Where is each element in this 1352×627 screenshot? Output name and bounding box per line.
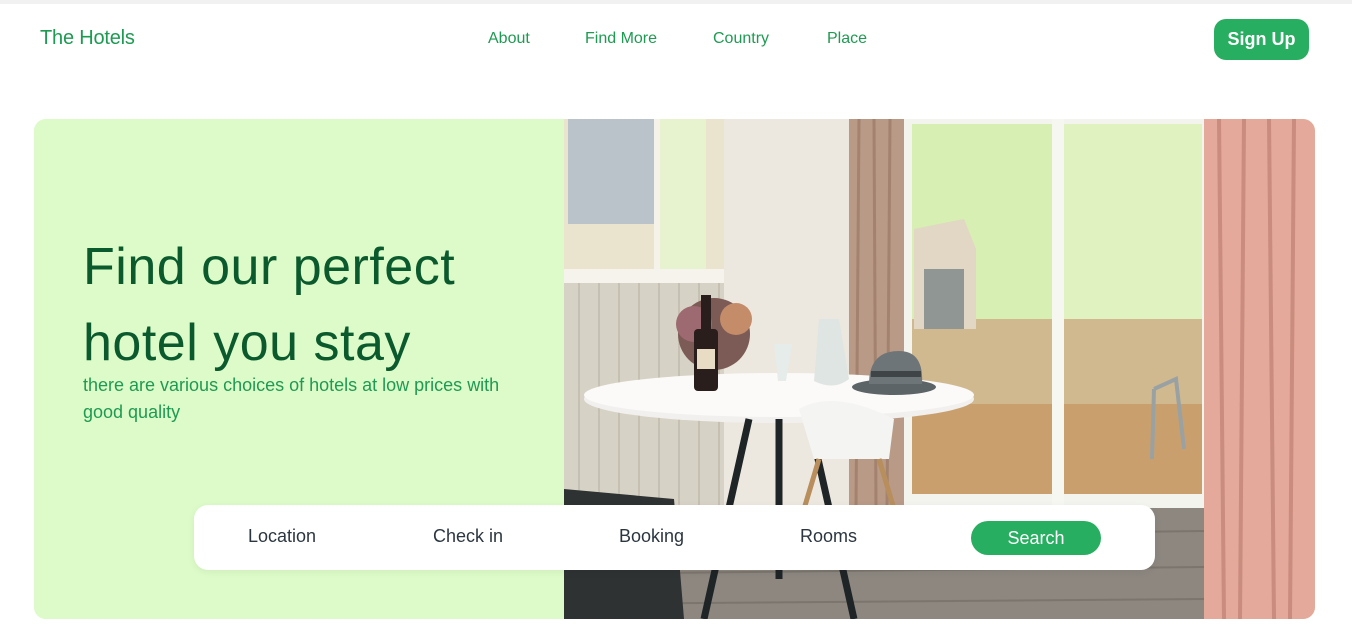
hero-subtext: there are various choices of hotels at l… bbox=[83, 375, 500, 422]
nav-place[interactable]: Place bbox=[827, 30, 867, 48]
check-in-field[interactable]: Check in bbox=[433, 526, 503, 547]
top-border bbox=[0, 0, 1352, 4]
search-button[interactable]: Search bbox=[971, 521, 1101, 555]
rooms-field[interactable]: Rooms bbox=[800, 526, 857, 547]
location-field[interactable]: Location bbox=[248, 526, 316, 547]
hero-headline: Find our perfect hotel you stay bbox=[83, 238, 456, 372]
nav-about[interactable]: About bbox=[488, 30, 530, 48]
nav-find-more[interactable]: Find More bbox=[585, 30, 657, 48]
search-bar: Location Check in Booking Rooms Search bbox=[194, 505, 1155, 570]
nav-country[interactable]: Country bbox=[713, 30, 769, 48]
brand-logo[interactable]: The Hotels bbox=[40, 27, 135, 50]
sign-up-button[interactable]: Sign Up bbox=[1214, 19, 1309, 60]
booking-field[interactable]: Booking bbox=[619, 526, 684, 547]
